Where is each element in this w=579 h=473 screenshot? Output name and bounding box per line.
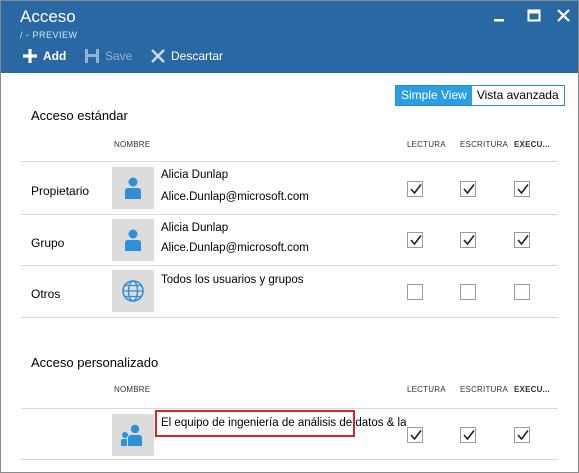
blade-subtitle: / - PREVIEW <box>20 30 78 40</box>
principal-name: Alicia Dunlap <box>161 222 229 234</box>
user-icon <box>125 229 141 251</box>
execute-checkbox[interactable] <box>514 284 530 300</box>
write-checkbox[interactable] <box>460 232 476 248</box>
access-blade: Acceso / - PREVIEW Add Save Descartar Si… <box>0 0 579 473</box>
row-divider <box>21 265 558 266</box>
column-header-read: LECTURA <box>407 385 446 394</box>
plus-icon <box>22 48 38 64</box>
blade-header: Acceso / - PREVIEW Add Save Descartar <box>1 1 578 73</box>
row-divider <box>21 317 558 318</box>
blade-title: Acceso <box>20 7 76 26</box>
minimize-icon[interactable] <box>490 9 508 23</box>
save-button-label: Save <box>105 49 133 63</box>
principal-email: Alice.Dunlap@microsoft.com <box>161 191 309 203</box>
add-button[interactable]: Add <box>22 45 66 67</box>
column-header-name: NOMBRE <box>114 140 151 149</box>
row-divider <box>21 161 558 162</box>
group-avatar <box>112 414 154 456</box>
discard-icon <box>150 48 166 64</box>
user-avatar <box>112 167 154 209</box>
simple-view-tab[interactable]: Simple View <box>396 86 472 105</box>
command-bar: Add Save Descartar <box>1 45 578 69</box>
execute-checkbox[interactable] <box>514 181 530 197</box>
discard-button[interactable]: Descartar <box>150 45 223 67</box>
globe-icon <box>122 280 144 302</box>
column-header-read: LECTURA <box>407 140 446 149</box>
write-checkbox[interactable] <box>460 284 476 300</box>
row-label: Grupo <box>31 236 65 250</box>
standard-access-title: Acceso estándar <box>31 108 128 123</box>
row-label: Propietario <box>31 184 90 198</box>
row-divider <box>21 214 558 215</box>
globe-avatar <box>112 270 154 312</box>
user-avatar <box>112 219 154 261</box>
close-icon[interactable] <box>555 9 573 23</box>
maximize-icon[interactable] <box>525 9 543 23</box>
row-divider <box>21 459 558 460</box>
write-checkbox[interactable] <box>460 427 476 443</box>
write-checkbox[interactable] <box>460 181 476 197</box>
column-header-write: ESCRITURA <box>460 140 509 149</box>
save-button[interactable]: Save <box>84 45 132 67</box>
column-header-write: ESCRITURA <box>460 385 509 394</box>
highlight-box <box>155 410 355 437</box>
read-checkbox[interactable] <box>407 181 423 197</box>
row-divider <box>21 408 558 409</box>
row-label: Otros <box>31 287 61 301</box>
principal-email: Alice.Dunlap@microsoft.com <box>161 242 309 254</box>
column-header-name: NOMBRE <box>114 385 151 394</box>
principal-name: Todos los usuarios y grupos <box>161 274 304 286</box>
read-checkbox[interactable] <box>407 427 423 443</box>
add-button-label: Add <box>43 49 67 63</box>
custom-access-title: Acceso personalizado <box>31 355 159 370</box>
advanced-view-tab[interactable]: Vista avanzada <box>471 86 564 105</box>
execute-checkbox[interactable] <box>514 427 530 443</box>
read-checkbox[interactable] <box>407 232 423 248</box>
save-icon <box>84 48 100 64</box>
execute-checkbox[interactable] <box>514 232 530 248</box>
principal-name: Alicia Dunlap <box>161 169 229 181</box>
user-icon <box>125 177 141 199</box>
column-header-exec: EXECU... <box>514 140 550 149</box>
view-toggle: Simple View Vista avanzada <box>395 85 565 106</box>
group-icon <box>121 424 142 446</box>
discard-button-label: Descartar <box>171 49 224 63</box>
read-checkbox[interactable] <box>407 284 423 300</box>
column-header-exec: EXECU... <box>514 385 550 394</box>
